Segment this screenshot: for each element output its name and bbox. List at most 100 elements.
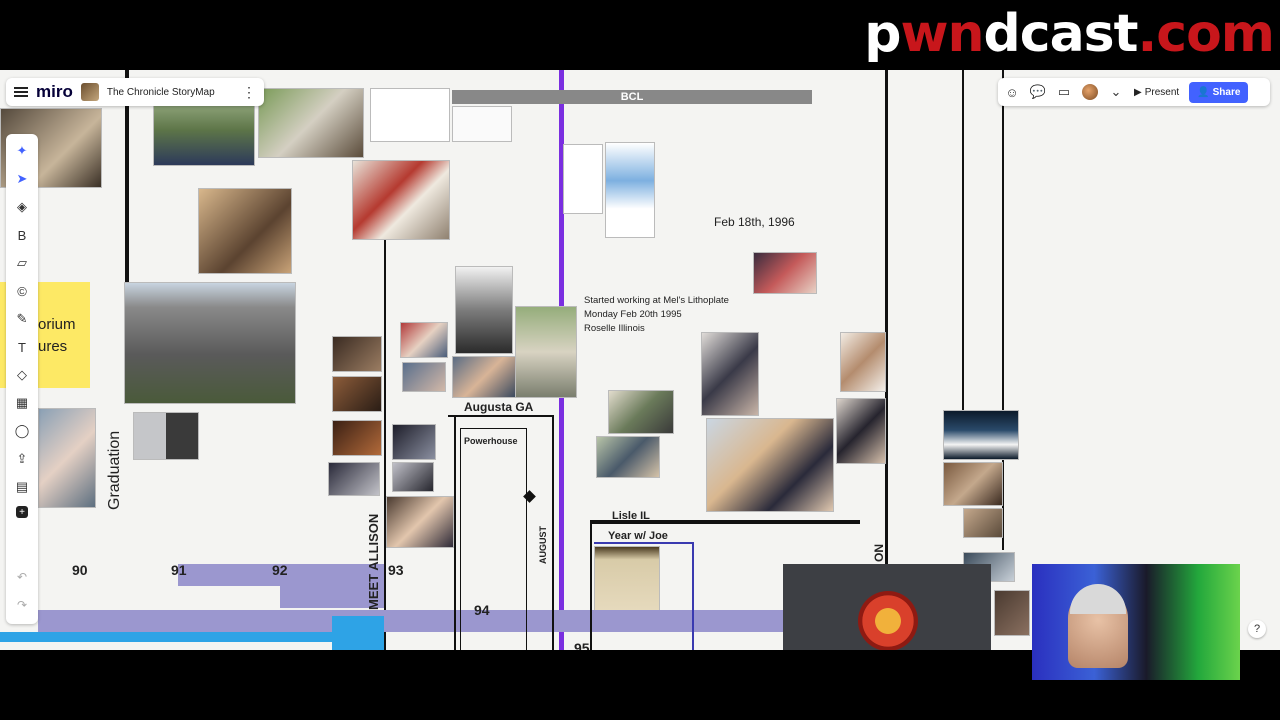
timeline-track [38,610,783,632]
building-photo[interactable] [124,282,296,404]
video-icon[interactable]: ▭ [1056,84,1072,100]
present-button[interactable]: ▶ Present [1134,87,1179,98]
stream-frame: { "overlay": { "logo_prefix": "p", "logo… [0,0,1280,720]
photo[interactable] [392,462,434,492]
year-label: 93 [388,562,404,578]
frame-icon[interactable]: © [13,282,31,300]
photo[interactable] [400,322,448,358]
augusta-frame-right [552,415,554,650]
mels-note-line1: Started working at Mel's Lithoplate [584,295,729,306]
miro-top-bar: miro The Chronicle StoryMap ⋮ [6,78,264,106]
photo[interactable] [608,390,674,434]
photo[interactable] [455,266,513,354]
magic-icon[interactable]: ✦ [13,142,31,160]
miro-logo: miro [36,82,73,101]
joe-frame [692,542,694,650]
add-more-icon[interactable]: + [16,506,28,518]
meet-allison-label: MEET ALLISON [366,513,381,610]
host-webcam [1032,564,1240,680]
powerhouse-frame [460,428,526,429]
year-label: 94 [474,602,490,618]
photo[interactable] [328,462,380,496]
cartoon-thumbnail[interactable] [605,142,655,238]
pen-icon[interactable]: ✎ [13,310,31,328]
powerhouse-frame [526,428,527,650]
document-thumbnail[interactable] [370,88,450,142]
august-label: AUGUST [538,526,548,564]
tool-rail: ✦ ➤ ◈ B ▱ © ✎ T ◇ ▦ ◯ ⇪ ▤ + [6,134,38,624]
joe-frame [594,542,694,544]
avatar[interactable] [1082,84,1098,100]
more-options-icon[interactable]: ⋮ [242,84,256,101]
photo[interactable] [701,332,759,416]
photo[interactable] [452,356,516,398]
reactions-icon[interactable]: ☺ [1004,84,1020,100]
undo-icon[interactable]: ↶ [17,570,27,584]
photo[interactable] [258,88,364,158]
podcast-logo: pwndcast.com [864,4,1275,64]
photo[interactable] [332,376,382,412]
menu-icon[interactable] [14,87,28,97]
year-with-joe-label: Year w/ Joe [608,530,668,542]
template-icon[interactable]: ▦ [13,394,31,412]
year-label: 90 [72,562,88,578]
timeline-track-bottom [0,632,384,642]
photo[interactable] [963,508,1003,538]
mels-note-line3: Roselle Illinois [584,323,645,334]
feb-18-1996-note: Feb 18th, 1996 [714,215,795,229]
chevron-down-icon[interactable]: ⌄ [1108,84,1124,100]
help-button[interactable]: ? [1248,620,1266,638]
board-thumbnail [80,83,99,101]
photo[interactable] [836,398,886,464]
miro-board-canvas[interactable]: BCL orium ures 90 91 92 93 94 95 Graduat… [0,70,1280,650]
redo-icon[interactable]: ↷ [17,598,27,612]
table-icon[interactable]: ▤ [13,478,31,496]
lisle-frame-left [590,520,592,650]
upload-icon[interactable]: ⇪ [13,450,31,468]
year-label: 92 [272,562,288,578]
photo[interactable] [133,412,199,460]
photo[interactable] [515,306,577,398]
photo[interactable] [402,362,446,392]
augusta-frame-left [454,415,456,650]
timeline-divider [962,70,964,410]
photo[interactable] [352,160,450,240]
photo[interactable] [38,408,96,508]
augusta-ga-label: Augusta GA [464,400,534,414]
user-icon: 👤 [1197,86,1210,98]
photo[interactable] [332,336,382,372]
comment-icon[interactable]: 💬 [1030,84,1046,100]
play-icon: ▶ [1134,86,1142,98]
undo-redo-group: ↶ ↷ [6,560,38,622]
graduation-label: Graduation [106,430,123,510]
shapes-icon[interactable]: ◇ [13,366,31,384]
photo[interactable] [386,496,454,548]
comment-tool-icon[interactable]: ◯ [13,422,31,440]
partial-label: ON [872,544,886,562]
document-thumbnail[interactable] [452,106,512,142]
photo[interactable] [943,410,1019,460]
board-title[interactable]: The Chronicle StoryMap [107,87,215,98]
photo[interactable] [943,462,1003,506]
photo[interactable] [840,332,886,392]
text-icon[interactable]: T [13,338,31,356]
photo[interactable] [198,188,292,274]
photo[interactable] [994,590,1030,636]
year-label: 91 [171,562,187,578]
augusta-frame-top [448,415,554,417]
text-format-icon[interactable]: B [13,226,31,244]
photo[interactable] [706,418,834,512]
photo[interactable] [596,436,660,478]
share-button[interactable]: 👤 Share [1189,81,1249,103]
layers-icon[interactable]: ◈ [13,198,31,216]
select-icon[interactable]: ➤ [13,170,31,188]
newsletter-thumbnail[interactable] [563,144,603,214]
photo[interactable] [753,252,817,294]
powerhouse-frame [460,428,461,650]
photo[interactable] [332,420,382,456]
lisle-frame-top [590,520,860,524]
sticky-note-icon[interactable]: ▱ [13,254,31,272]
guest-avatar-logo [858,591,918,650]
mels-note-line2: Monday Feb 20th 1995 [584,309,682,320]
photo[interactable] [392,424,436,460]
